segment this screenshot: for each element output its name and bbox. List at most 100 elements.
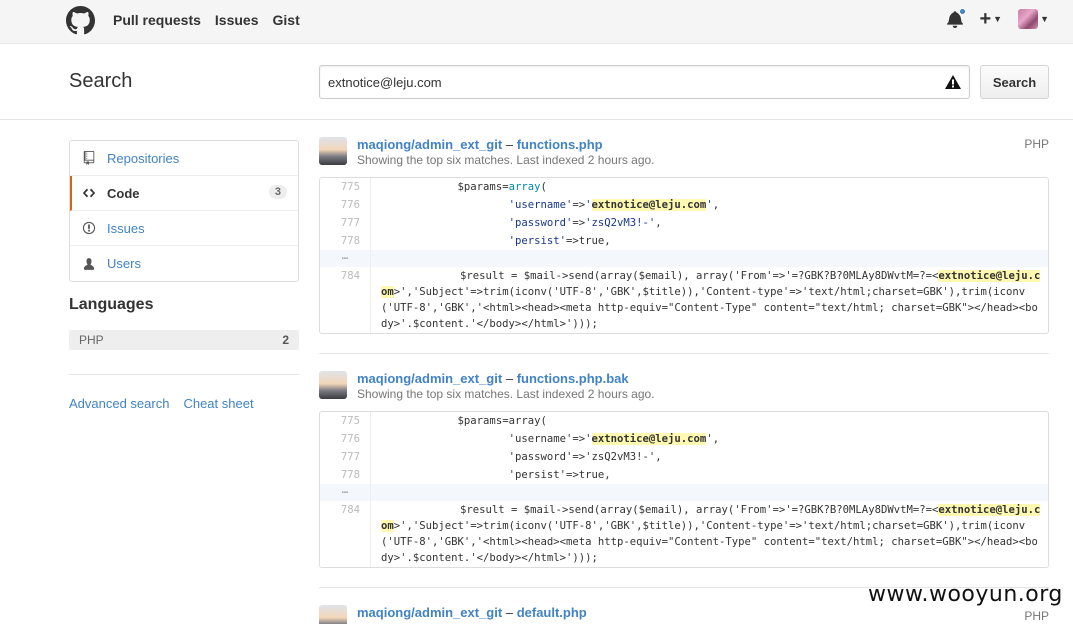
search-match: extnotice@leju.com: [591, 199, 707, 211]
line-content: 'persist'=>true,: [508, 469, 611, 481]
result-title: maqiong/admin_ext_git – functions.php.ba…: [357, 371, 629, 386]
nav-issues[interactable]: Issues: [215, 12, 259, 28]
code-line: 777 'password'=>'zsQ2vM3!-',: [320, 448, 1048, 466]
result-subtitle: Showing the top six matches. Last indexe…: [357, 387, 655, 401]
search-button[interactable]: Search: [980, 65, 1049, 99]
create-new-dropdown[interactable]: + ▼: [979, 9, 1002, 29]
file-link[interactable]: default.php: [517, 605, 587, 620]
search-type-menu: Repositories Code 3 Issues Users: [69, 140, 299, 282]
line-content: 'persist'=>true,: [508, 235, 611, 247]
line-number[interactable]: 777: [320, 448, 371, 466]
top-header: Pull requests Issues Gist + ▼ ▼: [0, 0, 1073, 44]
nav-pull-requests[interactable]: Pull requests: [113, 12, 201, 28]
code-line: 778 'persist'=>true,: [320, 232, 1048, 250]
code-result: maqiong/admin_ext_git – default.php PHP: [319, 605, 1049, 624]
code-gap: …: [320, 250, 1048, 267]
code-line: 777 'password'=>'zsQ2vM3!-',: [320, 214, 1048, 232]
line-content: 'password'=>'zsQ2vM3!-',: [508, 451, 662, 463]
result-language: PHP: [1024, 609, 1049, 623]
line-content: $params=array(: [457, 181, 547, 193]
result-count-badge: 3: [268, 185, 287, 199]
menu-item-label: Code: [107, 185, 140, 201]
line-number[interactable]: 778: [320, 466, 371, 484]
line-content: 'password'=>'zsQ2vM3!-',: [508, 217, 662, 229]
line-content: 'username'=>'extnotice@leju.com',: [508, 433, 720, 445]
code-line: 775 $params=array(: [320, 412, 1048, 430]
main-nav: Pull requests Issues Gist: [113, 12, 300, 28]
avatar: [1018, 9, 1039, 29]
language-filter-php[interactable]: PHP 2: [69, 330, 299, 350]
result-title: maqiong/admin_ext_git – default.php: [357, 605, 587, 620]
menu-item-users[interactable]: Users: [70, 246, 298, 281]
title-separator: –: [505, 371, 514, 386]
line-number[interactable]: 778: [320, 232, 371, 250]
repo-icon: [81, 151, 97, 165]
result-subtitle: Showing the top six matches. Last indexe…: [357, 153, 655, 167]
code-icon: [81, 186, 97, 200]
line-number[interactable]: 775: [320, 412, 371, 430]
result-language: PHP: [1024, 137, 1049, 151]
search-match: extnotice@leju.com: [591, 433, 707, 445]
code-line: 784 $result = $mail->send(array($email),…: [320, 501, 1048, 567]
code-line: 776 'username'=>'extnotice@leju.com',: [320, 196, 1048, 214]
code-snippet: 775 $params=array( 776 'username'=>'extn…: [319, 177, 1049, 334]
watermark: www.wooyun.org: [868, 582, 1063, 607]
repo-link[interactable]: maqiong/admin_ext_git: [357, 605, 502, 620]
search-input[interactable]: [319, 65, 970, 99]
language-count: 2: [282, 333, 289, 347]
file-link[interactable]: functions.php.bak: [517, 371, 629, 386]
code-snippet: 775 $params=array( 776 'username'=>'extn…: [319, 411, 1049, 568]
person-icon: [81, 257, 97, 271]
repo-owner-avatar[interactable]: [319, 371, 347, 399]
repo-owner-avatar[interactable]: [319, 137, 347, 165]
user-menu-dropdown[interactable]: ▼: [1018, 9, 1049, 29]
menu-item-label: Users: [107, 256, 141, 271]
result-divider: [319, 353, 1049, 354]
line-number[interactable]: 776: [320, 196, 371, 214]
menu-item-issues[interactable]: Issues: [70, 211, 298, 246]
menu-item-code[interactable]: Code 3: [70, 176, 298, 211]
plus-icon: +: [979, 8, 992, 30]
github-logo-icon[interactable]: [66, 6, 95, 35]
divider: [69, 374, 299, 375]
line-number[interactable]: 777: [320, 214, 371, 232]
advanced-search-link[interactable]: Advanced search: [69, 396, 169, 411]
title-separator: –: [505, 605, 514, 620]
code-line: 776 'username'=>'extnotice@leju.com',: [320, 430, 1048, 448]
line-content: 'username'=>'extnotice@leju.com',: [508, 199, 720, 211]
chevron-down-icon: ▼: [993, 14, 1003, 24]
repo-owner-avatar[interactable]: [319, 605, 347, 624]
repo-link[interactable]: maqiong/admin_ext_git: [357, 137, 502, 152]
chevron-down-icon: ▼: [1040, 14, 1049, 24]
nav-gist[interactable]: Gist: [273, 12, 300, 28]
gap-marker: …: [320, 250, 371, 267]
line-number[interactable]: 784: [320, 267, 371, 333]
header-actions: + ▼ ▼: [947, 7, 1049, 29]
code-line: 775 $params=array(: [320, 178, 1048, 196]
page-title: Search: [69, 70, 133, 92]
issue-icon: [81, 221, 97, 235]
menu-item-label: Issues: [107, 220, 145, 236]
menu-item-repositories[interactable]: Repositories: [70, 141, 298, 176]
file-link[interactable]: functions.php: [517, 137, 603, 152]
title-separator: –: [505, 137, 514, 152]
line-content: $result = $mail->send(array($email), arr…: [381, 504, 1041, 564]
gap-marker: …: [320, 484, 371, 501]
line-number[interactable]: 775: [320, 178, 371, 196]
result-title: maqiong/admin_ext_git – functions.php: [357, 137, 603, 152]
line-content: $params=array(: [457, 415, 547, 427]
sidebar-links: Advanced search Cheat sheet: [69, 396, 254, 411]
notifications-button[interactable]: [947, 7, 968, 28]
code-line: 784 $result = $mail->send(array($email),…: [320, 267, 1048, 333]
line-number[interactable]: 784: [320, 501, 371, 567]
unread-indicator: [958, 7, 968, 16]
cheat-sheet-link[interactable]: Cheat sheet: [183, 396, 253, 411]
code-gap: …: [320, 484, 1048, 501]
warning-icon: [945, 75, 961, 89]
line-number[interactable]: 776: [320, 430, 371, 448]
search-bar: Search Search: [0, 45, 1073, 120]
repo-link[interactable]: maqiong/admin_ext_git: [357, 371, 502, 386]
languages-heading: Languages: [69, 296, 154, 313]
line-content: $result = $mail->send(array($email), arr…: [381, 270, 1041, 330]
menu-item-label: Repositories: [107, 150, 180, 166]
